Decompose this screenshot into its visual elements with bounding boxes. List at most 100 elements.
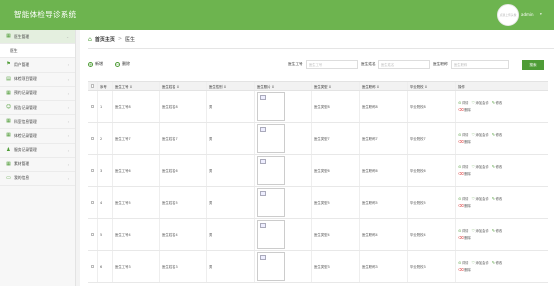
detail-button[interactable]: ⊙ 详情 (458, 132, 468, 137)
heart-icon: ♡ (471, 260, 476, 265)
edit-label: 修改 (495, 229, 503, 233)
consult-button[interactable]: ♡ 添加会诊 (471, 100, 488, 105)
row-checkbox[interactable] (90, 232, 95, 237)
search-button[interactable]: 搜索 (522, 60, 544, 70)
column-header: 操作 (458, 84, 465, 89)
divider (88, 48, 554, 49)
column-header[interactable]: 毕业院校 ↕ (408, 82, 456, 90)
sidebar-item[interactable]: ▦ 科室信息管理 › (0, 115, 75, 130)
sidebar-item-label: 科室信息管理 (14, 118, 37, 124)
row-delete-button[interactable]: ⌫ 删除 (458, 267, 471, 272)
consult-button[interactable]: ♡ 添加会诊 (471, 164, 488, 169)
sidebar-item[interactable]: ▦ 体检记录管理 › (0, 129, 75, 144)
plus-icon: + (88, 61, 93, 67)
cell-doctor-name: 医生姓名3 (160, 251, 207, 282)
consult-button[interactable]: ♡ 添加会诊 (471, 260, 488, 265)
sidebar-item[interactable]: ▭ 我的信息 › (0, 172, 75, 187)
avatar[interactable]: 点我上传头像 (497, 4, 519, 26)
cell-doctor-sex: 男 (207, 251, 255, 282)
column-header[interactable]: 医生类型 ↕ (312, 82, 360, 90)
edit-button[interactable]: ✎ 修改 (492, 260, 502, 265)
cell-actions: ⊙ 详情 ♡ 添加会诊 ✎ 修改 ⌫ 删除 (456, 91, 548, 122)
table-row: 4 医生工号5 医生姓名5 男医生类型5 医生职称5 毕业院校5 ⊙ 详情 ♡ 添加会诊 ✎ 修改 ⌫ 删… (88, 187, 548, 219)
cell-actions: ⊙ 详情 ♡ 添加会诊 ✎ 修改 ⌫ 删除 (456, 251, 548, 282)
add-button[interactable]: + 新增 (88, 60, 103, 68)
row-delete-button[interactable]: ⌫ 删除 (458, 139, 471, 144)
main-content: ⌂ 首页主页 > 医生 + 新增 − 删除 医生工号 医生姓名 医生职称 搜索 … (80, 30, 554, 286)
sidebar-item[interactable]: ♟ 服务记录管理 › (0, 144, 75, 158)
grid-icon: ▦ (6, 118, 11, 125)
cell-doctor-id: 医生工号3 (113, 251, 160, 282)
consult-button[interactable]: ♡ 添加会诊 (471, 196, 488, 201)
row-delete-button[interactable]: ⌫ 删除 (458, 235, 471, 240)
detail-label: 详情 (461, 229, 469, 233)
sidebar-item[interactable]: ▦ 预约记录管理 › (0, 87, 75, 101)
detail-label: 详情 (461, 165, 469, 169)
detail-button[interactable]: ⊙ 详情 (458, 260, 468, 265)
cell-doctor-sex: 男 (207, 187, 255, 218)
face-icon: ☺ (5, 104, 12, 111)
row-select-cell (88, 187, 98, 218)
search-label-name: 医生姓名 (361, 62, 376, 66)
edit-label: 修改 (495, 165, 503, 169)
detail-label: 详情 (461, 261, 469, 265)
chevron-down-icon[interactable]: ▾ (540, 12, 542, 16)
consult-label: 添加会诊 (475, 101, 489, 105)
home-icon[interactable]: ⌂ (88, 36, 92, 43)
detail-button[interactable]: ⊙ 详情 (458, 164, 468, 169)
search-label-id: 医生工号 (288, 62, 303, 66)
select-all-checkbox[interactable] (90, 84, 95, 88)
row-select-cell (88, 91, 98, 122)
consult-button[interactable]: ♡ 添加会诊 (471, 228, 488, 233)
row-checkbox[interactable] (90, 168, 95, 173)
column-header[interactable]: 医生姓名 ↕ (160, 82, 207, 90)
cell-doctor-id: 医生工号6 (113, 155, 160, 186)
row-select-cell (88, 219, 98, 250)
row-checkbox[interactable] (90, 136, 95, 141)
sidebar-item[interactable]: ☺ 报告记录管理 › (0, 101, 75, 116)
edit-icon: ✎ (491, 164, 496, 169)
column-header[interactable]: 医生工号 ↕ (113, 82, 160, 90)
edit-button[interactable]: ✎ 修改 (492, 132, 502, 137)
breadcrumb-home[interactable]: 首页主页 (95, 36, 115, 43)
column-header[interactable]: 医生职称 ↕ (360, 82, 408, 90)
cell-doctor-photo (255, 187, 312, 218)
row-delete-button[interactable]: ⌫ 删除 (458, 171, 471, 176)
broken-image-icon (257, 156, 285, 185)
cell-doctor-id: 医生工号4 (113, 219, 160, 250)
sidebar-item[interactable]: ▤ 体检项目管理 › (0, 73, 75, 87)
edit-button[interactable]: ✎ 修改 (492, 228, 502, 233)
row-checkbox[interactable] (90, 200, 95, 205)
search-input-id[interactable] (306, 60, 358, 69)
edit-button[interactable]: ✎ 修改 (492, 100, 502, 105)
search-input-name[interactable] (378, 60, 430, 69)
action-line: ⌫ 删除 (458, 203, 471, 208)
row-select-cell (88, 123, 98, 154)
detail-button[interactable]: ⊙ 详情 (458, 100, 468, 105)
sidebar-item[interactable]: ▦ 素材管理 › (0, 158, 75, 172)
row-checkbox[interactable] (90, 264, 95, 269)
row-checkbox[interactable] (90, 104, 95, 109)
cell-school: 毕业院校7 (408, 123, 456, 154)
detail-label: 详情 (461, 197, 469, 201)
search-input-title[interactable] (451, 60, 509, 69)
row-delete-button[interactable]: ⌫ 删除 (458, 203, 471, 208)
detail-button[interactable]: ⊙ 详情 (458, 228, 468, 233)
trash-icon: ⌫ (458, 234, 464, 240)
delete-button[interactable]: − 删除 (115, 60, 130, 68)
edit-button[interactable]: ✎ 修改 (492, 196, 502, 201)
row-delete-button[interactable]: ⌫ 删除 (458, 107, 471, 112)
consult-button[interactable]: ♡ 添加会诊 (471, 132, 488, 137)
add-button-label: 新增 (95, 61, 103, 66)
sidebar-item[interactable]: 医生 (0, 44, 75, 59)
sidebar-item[interactable]: ⚑ 用户管理 › (0, 58, 75, 73)
column-header[interactable]: 医生性别 ↕ (207, 82, 255, 90)
sidebar-item[interactable]: ▦ 医生管理 ⌄ (0, 30, 75, 45)
column-header[interactable]: 医生照片 ↕ (255, 82, 312, 90)
cell-doctor-name: 医生姓名8 (160, 91, 207, 122)
edit-button[interactable]: ✎ 修改 (492, 164, 502, 169)
cell-doctor-title: 医生职称6 (360, 155, 408, 186)
cell-doctor-sex: 男 (207, 155, 255, 186)
user-name[interactable]: admin (521, 12, 534, 17)
detail-button[interactable]: ⊙ 详情 (458, 196, 468, 201)
